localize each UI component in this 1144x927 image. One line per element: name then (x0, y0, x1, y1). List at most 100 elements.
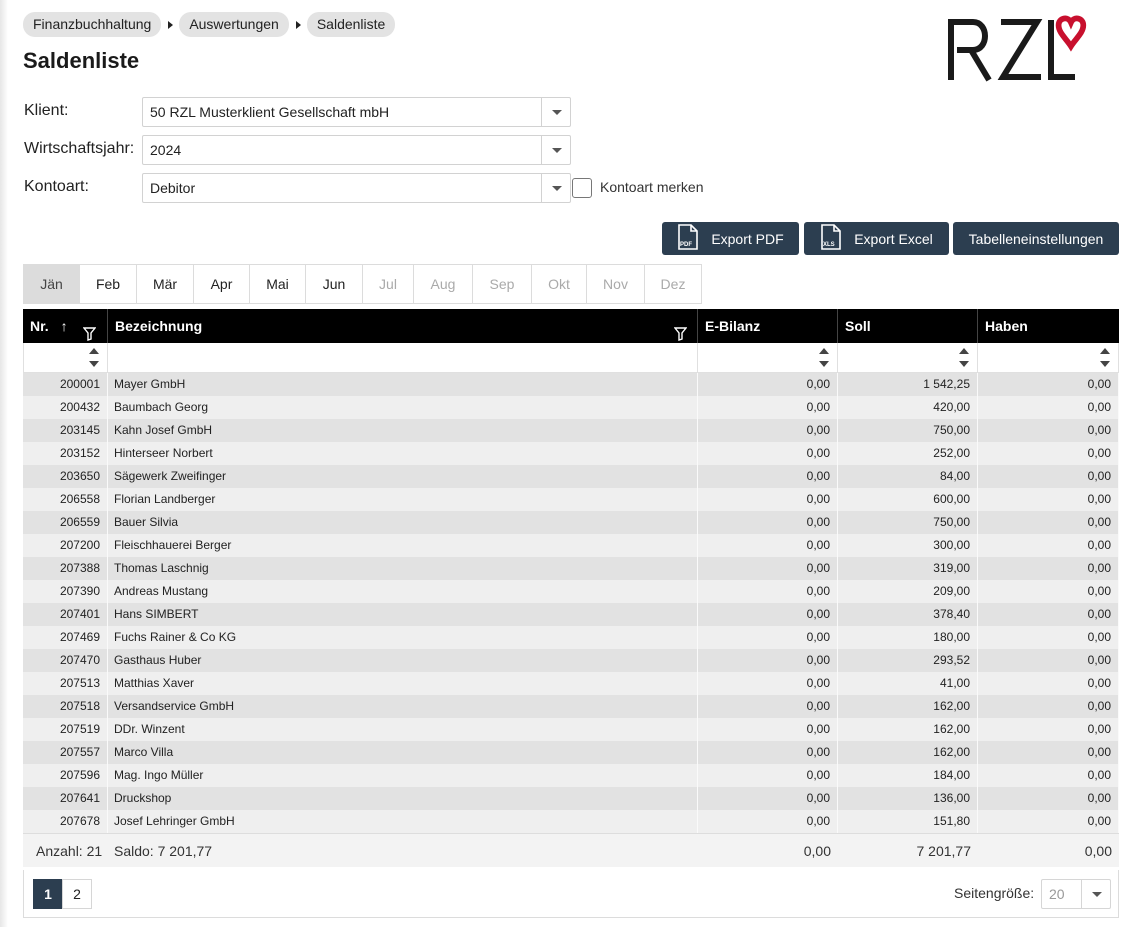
klient-select[interactable]: 50 RZL Musterklient Gesellschaft mbH (142, 97, 571, 127)
number-spinner-icon[interactable] (959, 348, 969, 368)
page-button-1[interactable]: 1 (33, 879, 63, 909)
cell-nr: 207518 (23, 695, 108, 718)
table-row[interactable]: 203152 Hinterseer Norbert 0,00 252,00 0,00 (23, 442, 1119, 465)
footer-soll: 7 201,77 (916, 843, 972, 859)
export-excel-button[interactable]: XLS Export Excel (804, 222, 949, 255)
cell-haben: 0,00 (978, 764, 1119, 787)
month-tab-mär[interactable]: Mär (136, 264, 194, 304)
cell-haben: 0,00 (978, 442, 1119, 465)
column-header-haben[interactable]: Haben (978, 309, 1119, 343)
tabelleneinstellungen-button[interactable]: Tabelleneinstellungen (953, 222, 1119, 255)
cell-soll: 293,52 (838, 649, 978, 672)
cell-haben: 0,00 (978, 488, 1119, 511)
cell-ebilanz: 0,00 (698, 511, 838, 534)
cell-bezeichnung: Mag. Ingo Müller (108, 764, 698, 787)
haben-filter-input[interactable] (978, 343, 1119, 373)
table-row[interactable]: 206558 Florian Landberger 0,00 600,00 0,00 (23, 488, 1119, 511)
ebilanz-filter-input[interactable] (698, 343, 838, 373)
cell-soll: 750,00 (838, 419, 978, 442)
cell-haben: 0,00 (978, 810, 1119, 833)
soll-filter-input[interactable] (838, 343, 978, 373)
number-spinner-icon[interactable] (819, 348, 829, 368)
cell-nr: 203650 (23, 465, 108, 488)
page-size-dropdown-toggle[interactable] (1081, 880, 1110, 908)
table-row[interactable]: 207390 Andreas Mustang 0,00 209,00 0,00 (23, 580, 1119, 603)
caret-down-icon (552, 148, 562, 153)
month-tab-mai[interactable]: Mai (249, 264, 306, 304)
nr-filter-input[interactable] (23, 343, 108, 373)
cell-nr: 207388 (23, 557, 108, 580)
cell-bezeichnung: Fleischhauerei Berger (108, 534, 698, 557)
month-tab-apr[interactable]: Apr (193, 264, 250, 304)
table-row[interactable]: 207557 Marco Villa 0,00 162,00 0,00 (23, 741, 1119, 764)
footer-ebilanz: 0,00 (803, 843, 831, 859)
export-pdf-button[interactable]: PDF Export PDF (662, 222, 799, 255)
table-row[interactable]: 207518 Versandservice GmbH 0,00 162,00 0,00 (23, 695, 1119, 718)
month-tab-jun[interactable]: Jun (305, 264, 363, 304)
table-row[interactable]: 207401 Hans SIMBERT 0,00 378,40 0,00 (23, 603, 1119, 626)
table-row[interactable]: 200001 Mayer GmbH 0,00 1 542,25 0,00 (23, 373, 1119, 396)
table-row[interactable]: 207513 Matthias Xaver 0,00 41,00 0,00 (23, 672, 1119, 695)
cell-soll: 180,00 (838, 626, 978, 649)
table-row[interactable]: 207641 Druckshop 0,00 136,00 0,00 (23, 787, 1119, 810)
table-row[interactable]: 206559 Bauer Silvia 0,00 750,00 0,00 (23, 511, 1119, 534)
breadcrumb-item-finanzbuchhaltung[interactable]: Finanzbuchhaltung (23, 12, 162, 37)
kontoart-merken-checkbox[interactable] (572, 178, 592, 198)
kontoart-merken-label[interactable]: Kontoart merken (600, 179, 704, 195)
month-tab-feb[interactable]: Feb (79, 264, 137, 304)
cell-soll: 84,00 (838, 465, 978, 488)
column-header-soll[interactable]: Soll (838, 309, 978, 343)
cell-bezeichnung: Fuchs Rainer & Co KG (108, 626, 698, 649)
breadcrumb-item-saldenliste[interactable]: Saldenliste (306, 12, 396, 37)
cell-soll: 750,00 (838, 511, 978, 534)
table-row[interactable]: 207596 Mag. Ingo Müller 0,00 184,00 0,00 (23, 764, 1119, 787)
column-label-ebilanz: E-Bilanz (705, 318, 761, 334)
month-tab-jän[interactable]: Jän (23, 264, 80, 304)
cell-bezeichnung: Versandservice GmbH (108, 695, 698, 718)
table-row[interactable]: 203650 Sägewerk Zweifinger 0,00 84,00 0,00 (23, 465, 1119, 488)
bezeichnung-filter-input[interactable] (108, 343, 698, 373)
table-row[interactable]: 207470 Gasthaus Huber 0,00 293,52 0,00 (23, 649, 1119, 672)
kontoart-dropdown-toggle[interactable] (541, 174, 570, 202)
cell-bezeichnung: Florian Landberger (108, 488, 698, 511)
window-edge (0, 0, 8, 927)
cell-haben: 0,00 (978, 419, 1119, 442)
cell-haben: 0,00 (978, 557, 1119, 580)
page-size-select[interactable]: 20 (1041, 879, 1111, 909)
table-row[interactable]: 207678 Josef Lehringer GmbH 0,00 151,80 0,00 (23, 810, 1119, 833)
number-spinner-icon[interactable] (89, 348, 99, 368)
table-row[interactable]: 207388 Thomas Laschnig 0,00 319,00 0,00 (23, 557, 1119, 580)
column-header-bezeichnung[interactable]: Bezeichnung (108, 309, 698, 343)
export-excel-label: Export Excel (854, 230, 933, 247)
klient-dropdown-toggle[interactable] (541, 98, 570, 126)
table-row[interactable]: 200432 Baumbach Georg 0,00 420,00 0,00 (23, 396, 1119, 419)
month-tab-nov: Nov (586, 264, 645, 304)
rzl-logo (945, 14, 1095, 89)
table-row[interactable]: 207200 Fleischhauerei Berger 0,00 300,00 0,0… (23, 534, 1119, 557)
page-title: Saldenliste (23, 48, 140, 73)
cell-soll: 420,00 (838, 396, 978, 419)
breadcrumb-item-auswertungen[interactable]: Auswertungen (179, 12, 289, 37)
cell-haben: 0,00 (978, 649, 1119, 672)
cell-ebilanz: 0,00 (698, 603, 838, 626)
table-row[interactable]: 207519 DDr. Winzent 0,00 162,00 0,00 (23, 718, 1119, 741)
cell-bezeichnung: Hans SIMBERT (108, 603, 698, 626)
wirtschaftsjahr-select[interactable]: 2024 (142, 135, 571, 165)
table-row[interactable]: 203145 Kahn Josef GmbH 0,00 750,00 0,00 (23, 419, 1119, 442)
wirtschaftsjahr-dropdown-toggle[interactable] (541, 136, 570, 164)
cell-bezeichnung: Thomas Laschnig (108, 557, 698, 580)
cell-ebilanz: 0,00 (698, 718, 838, 741)
page-button-2[interactable]: 2 (62, 879, 92, 909)
sort-ascending-icon[interactable]: ↑ (61, 309, 68, 343)
table-footer: Anzahl: 21 Saldo: 7 201,77 0,00 7 201,77… (23, 833, 1119, 867)
cell-bezeichnung: Sägewerk Zweifinger (108, 465, 698, 488)
table-body: 200001 Mayer GmbH 0,00 1 542,25 0,00 200432 Ba… (23, 373, 1119, 833)
number-spinner-icon[interactable] (1100, 348, 1110, 368)
cell-nr: 200432 (23, 396, 108, 419)
column-header-nr[interactable]: Nr. ↑ (23, 309, 108, 343)
cell-soll: 162,00 (838, 695, 978, 718)
column-header-ebilanz[interactable]: E-Bilanz (698, 309, 838, 343)
kontoart-select[interactable]: Debitor (142, 173, 571, 203)
kontoart-value: Debitor (150, 180, 196, 196)
table-row[interactable]: 207469 Fuchs Rainer & Co KG 0,00 180,00 0,00 (23, 626, 1119, 649)
